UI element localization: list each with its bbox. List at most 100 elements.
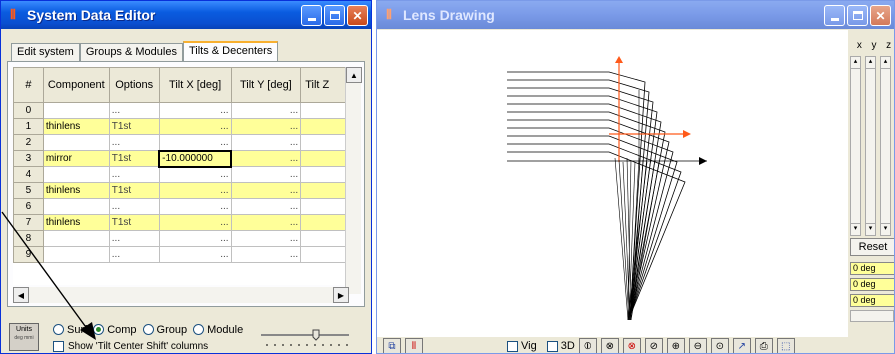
print-icon[interactable]: ⎙ [754, 337, 773, 353]
tilt-z-cell[interactable] [300, 118, 351, 135]
options-cell[interactable]: ... [108, 134, 160, 151]
zoom-slider[interactable] [259, 329, 351, 347]
table-row[interactable]: 9......... [13, 246, 351, 263]
component-cell[interactable]: mirror [42, 150, 110, 167]
row-number-cell[interactable]: 5 [13, 182, 44, 199]
reset-view-button[interactable]: Reset [850, 238, 894, 256]
lens-drawing-canvas[interactable] [377, 30, 848, 337]
component-cell[interactable] [42, 246, 110, 263]
tilt-x-cell[interactable]: ... [158, 182, 232, 199]
tilt-x-cell[interactable]: ... [158, 214, 232, 231]
component-cell[interactable]: thinlens [42, 182, 110, 199]
scroll-up-icon[interactable]: ▲ [346, 67, 362, 83]
row-number-cell[interactable]: 1 [13, 118, 44, 135]
tab-groups-modules[interactable]: Groups & Modules [79, 43, 183, 61]
tilt-z-cell[interactable] [300, 230, 351, 247]
options-cell[interactable]: ... [108, 166, 160, 183]
tilt-z-cell[interactable] [300, 246, 351, 263]
tilt-y-cell[interactable]: ... [230, 246, 302, 263]
tilt-z-cell[interactable] [300, 102, 351, 119]
ld-maximize-button[interactable] [847, 5, 868, 26]
component-cell[interactable] [42, 230, 110, 247]
component-cell[interactable] [42, 166, 110, 183]
export-dxf-icon[interactable]: ⬚ [776, 337, 795, 353]
row-number-cell[interactable]: 7 [13, 214, 44, 231]
column-header-tilt-z[interactable]: Tilt Z [300, 67, 351, 103]
scroll-right-icon[interactable]: ▶ [333, 287, 349, 303]
tilt-x-cell[interactable]: ... [158, 246, 232, 263]
grid-vertical-scrollbar[interactable]: ▲ [345, 67, 362, 294]
tilt-y-cell[interactable]: ... [230, 166, 302, 183]
row-number-cell[interactable]: 2 [13, 134, 44, 151]
rays-cross-icon[interactable]: ⊗ [600, 337, 619, 353]
slider-down-icon[interactable]: ▾ [866, 223, 875, 235]
row-number-cell[interactable]: 8 [13, 230, 44, 247]
row-number-cell[interactable]: 0 [13, 102, 44, 119]
scroll-left-icon[interactable]: ◀ [13, 287, 29, 303]
minimize-button[interactable] [301, 5, 322, 26]
rays-red-icon[interactable]: ⊗ [622, 337, 641, 353]
radio-group[interactable]: Group [142, 324, 187, 336]
tilt-x-cell[interactable]: ... [158, 166, 232, 183]
tilt-x-cell[interactable]: ... [158, 230, 232, 247]
options-cell[interactable]: T1st [108, 118, 160, 135]
tilt-y-cell[interactable]: ... [230, 230, 302, 247]
options-cell[interactable]: T1st [108, 214, 160, 231]
column-header-tilt-y[interactable]: Tilt Y [deg] [230, 67, 302, 103]
options-cell[interactable]: ... [108, 246, 160, 263]
options-cell[interactable]: ... [108, 102, 160, 119]
ld-titlebar[interactable]: ⦀ Lens Drawing ✕ [377, 1, 894, 29]
options-cell[interactable]: T1st [108, 182, 160, 199]
zoom-out-icon[interactable]: ⊖ [688, 337, 707, 353]
component-cell[interactable]: thinlens [42, 214, 110, 231]
component-cell[interactable]: thinlens [42, 118, 110, 135]
rotate-z-slider[interactable]: ▴ ▾ [880, 56, 891, 236]
radio-comp[interactable]: Comp [93, 324, 137, 336]
tilt-y-cell[interactable]: ... [230, 198, 302, 215]
table-row[interactable]: 1 thinlens T1st...... [13, 118, 351, 135]
tilt-x-cell[interactable]: ... [158, 134, 232, 151]
rotation-z-value[interactable]: 0 deg [850, 294, 894, 307]
rotation-y-value[interactable]: 0 deg [850, 278, 894, 291]
table-row[interactable]: 2......... [13, 134, 351, 151]
tilt-y-cell[interactable]: ... [230, 150, 302, 167]
slider-up-icon[interactable]: ▴ [851, 57, 860, 69]
table-row[interactable]: 6......... [13, 198, 351, 215]
tilt-z-cell[interactable] [300, 166, 351, 183]
slider-down-icon[interactable]: ▾ [851, 223, 860, 235]
tilt-x-cell[interactable]: ... [158, 118, 232, 135]
table-row[interactable]: 0......... [13, 102, 351, 119]
tilt-y-cell[interactable]: ... [230, 102, 302, 119]
tilt-y-cell[interactable]: ... [230, 214, 302, 231]
zoom-fit-icon[interactable]: ⊘ [644, 337, 663, 353]
slider-up-icon[interactable]: ▴ [881, 57, 890, 69]
close-button[interactable]: ✕ [347, 5, 368, 26]
component-cell[interactable] [42, 198, 110, 215]
component-cell[interactable] [42, 102, 110, 119]
tilt-y-cell[interactable]: ... [230, 182, 302, 199]
rays-parallel-icon[interactable]: ⦶ [578, 337, 597, 353]
tilt-z-cell[interactable] [300, 214, 351, 231]
vig-checkbox[interactable]: Vig [507, 340, 537, 352]
row-number-cell[interactable]: 4 [13, 166, 44, 183]
tilt-y-cell[interactable]: ... [230, 134, 302, 151]
column-header-component[interactable]: Component [42, 67, 110, 103]
ld-close-button[interactable]: ✕ [870, 5, 891, 26]
lens-app-icon-button[interactable]: ⦀ [405, 337, 423, 353]
slider-up-icon[interactable]: ▴ [866, 57, 875, 69]
row-number-cell[interactable]: 6 [13, 198, 44, 215]
rotation-step-scrollbar[interactable] [850, 310, 894, 322]
column-header-tilt-x[interactable]: Tilt X [deg] [158, 67, 232, 103]
tilt-z-cell[interactable] [300, 198, 351, 215]
table-row[interactable]: 8......... [13, 230, 351, 247]
column-header-number[interactable]: # [13, 67, 44, 103]
tilt-center-shift-checkbox-row[interactable]: Show 'Tilt Center Shift' columns [53, 341, 208, 352]
rotation-x-value[interactable]: 0 deg [850, 262, 894, 275]
units-button[interactable]: Units deg mmi [9, 323, 39, 351]
vig-checkbox-box[interactable] [507, 340, 518, 352]
rotate-x-slider[interactable]: ▴ ▾ [850, 56, 861, 236]
tilt-z-cell[interactable] [300, 150, 351, 167]
table-row[interactable]: 3 mirror T1st -10.000000... [13, 149, 351, 168]
table-row[interactable]: 7 thinlens T1st...... [13, 214, 351, 231]
tilt-z-cell[interactable] [300, 134, 351, 151]
